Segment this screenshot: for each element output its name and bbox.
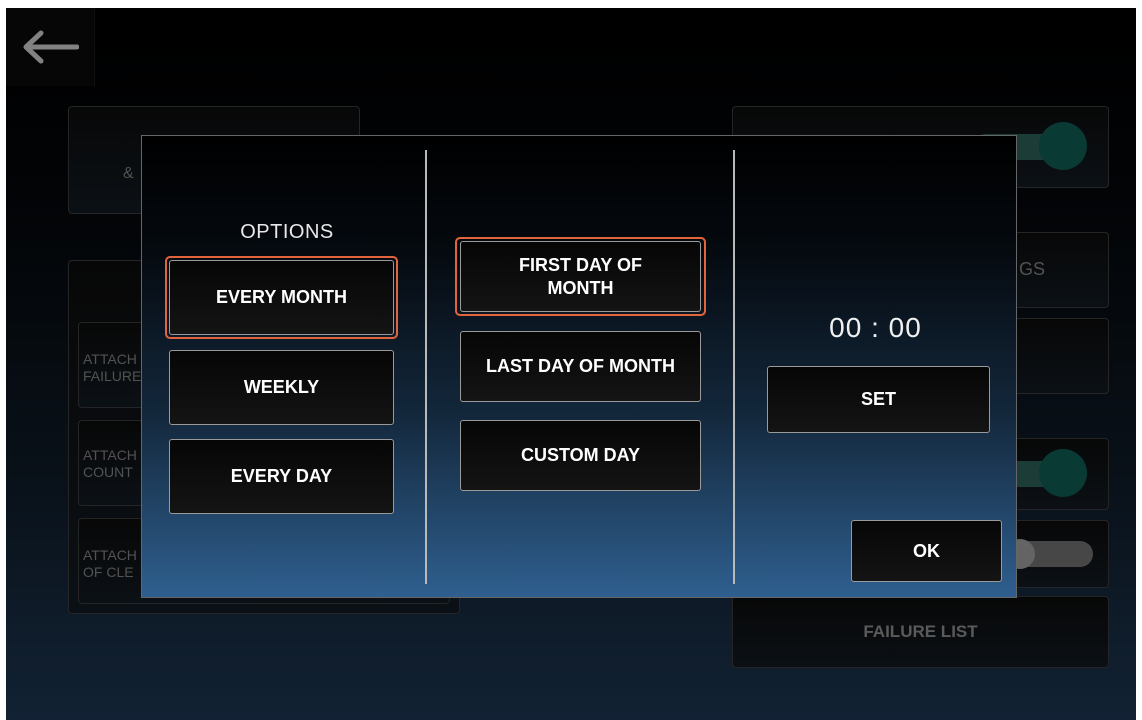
- weekly-button[interactable]: WEEKLY: [169, 350, 394, 425]
- every-month-button[interactable]: EVERY MONTH: [169, 260, 394, 335]
- time-display: 00 : 00: [829, 312, 922, 343]
- custom-day-button[interactable]: CUSTOM DAY: [460, 420, 701, 491]
- first-day-of-month-label: FIRST DAY OF MONTH: [518, 254, 643, 298]
- schedule-dialog: OPTIONS EVERY MONTH WEEKLY EVERY DAY FIR…: [141, 135, 1017, 598]
- ok-button[interactable]: OK: [851, 520, 1002, 582]
- set-time-button[interactable]: SET: [767, 366, 990, 433]
- options-title: OPTIONS: [240, 221, 334, 243]
- every-day-button[interactable]: EVERY DAY: [169, 439, 394, 514]
- app-screen: & ATTACH FAILURE ATTACH COUNT ATTACH OF …: [6, 8, 1136, 720]
- first-day-of-month-button[interactable]: FIRST DAY OF MONTH: [460, 241, 701, 312]
- column-divider-2: [733, 150, 735, 584]
- last-day-of-month-button[interactable]: LAST DAY OF MONTH: [460, 331, 701, 402]
- column-divider-1: [425, 150, 427, 584]
